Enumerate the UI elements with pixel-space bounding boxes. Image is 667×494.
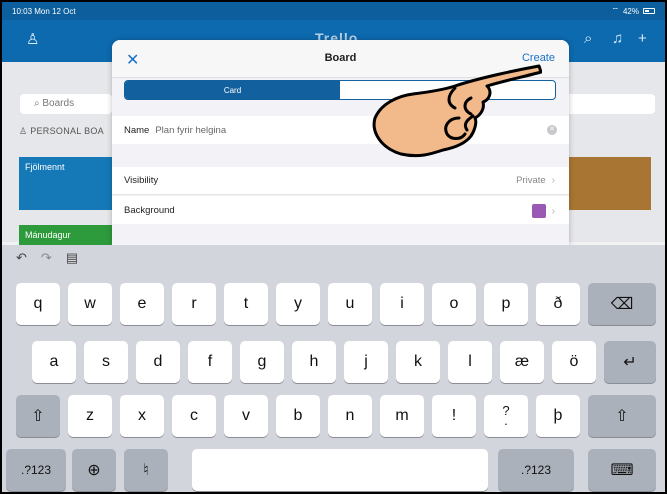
modal-title: Board bbox=[324, 52, 357, 64]
onscreen-keyboard: ↶ ↷ ▤ q w e r t y u i o p ð ⌫ a s d f g … bbox=[2, 245, 665, 492]
key-p[interactable]: p bbox=[484, 283, 528, 325]
key-z[interactable]: z bbox=[68, 395, 112, 437]
key-d[interactable]: d bbox=[136, 341, 180, 383]
background-label: Background bbox=[124, 204, 175, 216]
name-input[interactable]: Plan fyrir helgina bbox=[155, 125, 226, 136]
name-field-row[interactable]: Name Plan fyrir helgina ✕ bbox=[112, 116, 569, 144]
visibility-row[interactable]: Visibility Private › bbox=[112, 167, 569, 195]
numbers-key-right[interactable]: .?123 bbox=[498, 449, 574, 491]
key-o-umlaut[interactable]: ö bbox=[552, 341, 596, 383]
status-date: Mon 12 Oct bbox=[34, 6, 76, 16]
keyboard-hide-icon: ⌨ bbox=[610, 462, 634, 479]
modal-header: ✕ Board Create bbox=[112, 40, 569, 78]
new-board-modal: ✕ Board Create Card Name Plan fyrir helg… bbox=[112, 40, 569, 245]
boards-search[interactable]: ⌕ Boards bbox=[20, 94, 112, 114]
board-tile[interactable] bbox=[567, 157, 651, 210]
shift-icon: ⇧ bbox=[31, 408, 45, 425]
search-icon[interactable]: ⌕ bbox=[584, 30, 592, 47]
clear-icon[interactable]: ✕ bbox=[547, 125, 557, 135]
right-search-field[interactable] bbox=[560, 94, 655, 114]
shift-key-left[interactable]: ⇧ bbox=[16, 395, 60, 437]
keyboard-toolbar: ↶ ↷ ▤ bbox=[2, 245, 665, 271]
profile-icon[interactable]: ♙ bbox=[26, 30, 39, 48]
board-tile[interactable]: Fjölmennt bbox=[19, 157, 112, 210]
shift-icon: ⇧ bbox=[615, 408, 629, 425]
key-u[interactable]: u bbox=[328, 283, 372, 325]
return-key[interactable]: ↵ bbox=[604, 341, 656, 383]
key-c[interactable]: c bbox=[172, 395, 216, 437]
personal-boards-label: ♙ PERSONAL BOA bbox=[19, 126, 104, 136]
globe-key[interactable]: ⊕ bbox=[72, 449, 116, 491]
key-question[interactable]: ? . bbox=[484, 395, 528, 437]
key-k[interactable]: k bbox=[396, 341, 440, 383]
space-key[interactable] bbox=[192, 449, 488, 491]
bell-icon[interactable]: ♫ bbox=[612, 30, 623, 47]
microphone-icon: ♮ bbox=[143, 462, 149, 479]
status-bar: 10:03 Mon 12 Oct ⌔ 42% bbox=[2, 2, 665, 20]
dismiss-keyboard-key[interactable]: ⌨ bbox=[588, 449, 656, 491]
key-a[interactable]: a bbox=[32, 341, 76, 383]
key-y[interactable]: y bbox=[276, 283, 320, 325]
key-exclamation[interactable]: ! bbox=[432, 395, 476, 437]
segmented-control: Card bbox=[124, 80, 556, 100]
globe-icon: ⊕ bbox=[87, 462, 101, 479]
key-m[interactable]: m bbox=[380, 395, 424, 437]
dictation-key[interactable]: ♮ bbox=[124, 449, 168, 491]
chevron-right-icon: › bbox=[551, 175, 555, 186]
key-l[interactable]: l bbox=[448, 341, 492, 383]
undo-icon[interactable]: ↶ bbox=[16, 250, 27, 266]
key-thorn[interactable]: þ bbox=[536, 395, 580, 437]
return-icon: ↵ bbox=[623, 354, 637, 371]
chevron-right-icon: › bbox=[551, 205, 555, 217]
name-label: Name bbox=[124, 124, 150, 136]
key-f[interactable]: f bbox=[188, 341, 232, 383]
status-time: 10:03 bbox=[12, 6, 33, 16]
shift-key-right[interactable]: ⇧ bbox=[588, 395, 656, 437]
key-o[interactable]: o bbox=[432, 283, 476, 325]
clipboard-icon[interactable]: ▤ bbox=[66, 250, 78, 266]
key-j[interactable]: j bbox=[344, 341, 388, 383]
screen: 10:03 Mon 12 Oct ⌔ 42% ♙ Trello ⌕ ♫ + ⌕ … bbox=[0, 0, 667, 494]
key-g[interactable]: g bbox=[240, 341, 284, 383]
board-tile[interactable]: Mánudagur bbox=[19, 225, 112, 245]
numbers-key-left[interactable]: .?123 bbox=[6, 449, 66, 491]
key-s[interactable]: s bbox=[84, 341, 128, 383]
key-x[interactable]: x bbox=[120, 395, 164, 437]
wifi-icon: ⌔ bbox=[611, 6, 619, 15]
background-color-swatch bbox=[531, 204, 546, 218]
key-h[interactable]: h bbox=[292, 341, 336, 383]
create-button[interactable]: Create bbox=[522, 52, 555, 64]
backspace-icon: ⌫ bbox=[610, 296, 634, 313]
background-row[interactable]: Background › bbox=[112, 196, 569, 224]
person-icon: ♙ bbox=[19, 126, 28, 136]
key-b[interactable]: b bbox=[276, 395, 320, 437]
key-e[interactable]: e bbox=[120, 283, 164, 325]
segment-second[interactable] bbox=[340, 81, 555, 99]
boards-search-placeholder: Boards bbox=[42, 98, 75, 109]
battery-percent: 42% bbox=[622, 6, 639, 16]
segment-card[interactable]: Card bbox=[125, 81, 340, 99]
visibility-value: Private bbox=[516, 175, 546, 186]
key-i[interactable]: i bbox=[380, 283, 424, 325]
key-ae[interactable]: æ bbox=[500, 341, 544, 383]
redo-icon[interactable]: ↷ bbox=[41, 250, 52, 266]
key-eth[interactable]: ð bbox=[536, 283, 580, 325]
backspace-key[interactable]: ⌫ bbox=[588, 283, 656, 325]
battery-icon bbox=[643, 8, 655, 14]
visibility-label: Visibility bbox=[124, 175, 159, 186]
key-v[interactable]: v bbox=[224, 395, 268, 437]
search-icon: ⌕ bbox=[34, 98, 40, 109]
key-n[interactable]: n bbox=[328, 395, 372, 437]
key-t[interactable]: t bbox=[224, 283, 268, 325]
key-w[interactable]: w bbox=[68, 283, 112, 325]
key-q[interactable]: q bbox=[16, 283, 60, 325]
key-r[interactable]: r bbox=[172, 283, 216, 325]
add-icon[interactable]: + bbox=[638, 30, 647, 47]
